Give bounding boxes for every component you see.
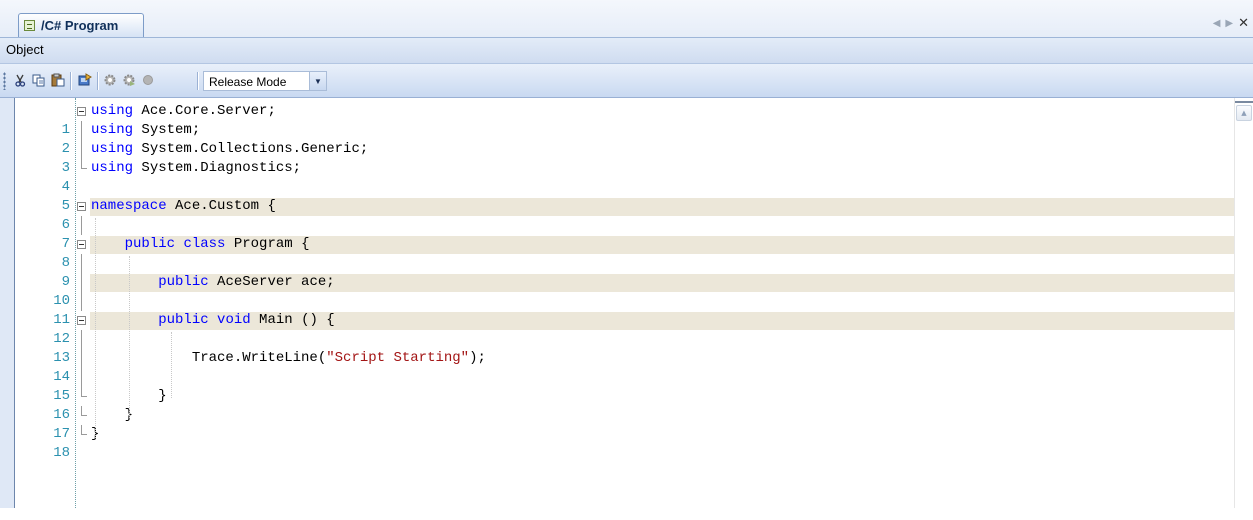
code-line[interactable]: 1 using Ace.Core.Server; [15,102,1234,138]
code-line[interactable]: 16 } [15,387,1234,423]
code-text: using System.Collections.Generic; [91,141,369,157]
code-text: public class Program { [124,236,310,252]
fold-line [81,349,82,368]
vertical-scrollbar[interactable]: ▲ [1234,98,1253,508]
scroll-right-icon[interactable]: ▶ [1225,18,1233,29]
code-line[interactable]: 14 Trace.WriteLine("Script Starting"); [15,349,1234,385]
toolbar-grip[interactable] [3,72,6,90]
menu-item-object[interactable]: Object [6,42,44,57]
fold-line [81,140,82,159]
code-line[interactable]: 10 public AceServer ace; [15,273,1234,309]
fold-collapse-icon[interactable] [77,316,86,325]
fold-end [81,387,87,397]
copy-icon[interactable] [32,73,46,87]
chevron-down-icon[interactable]: ▼ [309,72,326,90]
fold-collapse-icon[interactable] [77,240,86,249]
settings-run-icon[interactable] [122,73,136,87]
code-text: public AceServer ace; [158,274,335,290]
code-line[interactable]: 6 namespace Ace.Custom { [15,197,1234,233]
document-tab-strip: /C# Program ◀ ▶ ✕ [0,0,1253,38]
toolbar: Release Mode ▼ [0,64,1253,98]
tab-controls: ◀ ▶ ✕ [1213,16,1249,31]
fold-line [81,254,82,273]
fold-line [81,368,82,387]
code-line[interactable]: 8 public class Program { [15,235,1234,271]
fold-line [81,121,82,140]
deploy-icon[interactable] [78,73,92,87]
fold-end [81,406,87,416]
line-number: 18 [53,445,70,461]
indent-guide [95,218,96,438]
code-line[interactable]: 9 [15,254,1234,290]
code-line[interactable]: 18 } [15,425,1234,461]
build-mode-value: Release Mode [209,75,287,89]
code-text: } [91,407,134,423]
paste-icon[interactable] [51,73,65,87]
code-line[interactable]: 2 using System; [15,121,1234,157]
toolbar-separator [70,72,71,90]
close-icon[interactable]: ✕ [1238,16,1249,31]
indent-guide [171,332,172,398]
tab-csharp-program[interactable]: /C# Program [18,13,144,37]
fold-end [81,159,87,169]
code-line[interactable]: 4 using System.Diagnostics; [15,159,1234,195]
code-line[interactable]: 12 public void Main () { [15,311,1234,347]
fold-line [81,216,82,235]
code-text: public void Main () { [158,312,335,328]
code-text: using System.Diagnostics; [91,160,302,176]
menu-bar: Object [0,38,1253,64]
cut-icon[interactable] [13,73,27,87]
stop-icon[interactable] [141,73,155,87]
code-text: Trace.WriteLine("Script Starting"); [91,350,486,366]
toolbar-separator [197,72,198,90]
csharp-file-icon [24,20,35,31]
code-editor[interactable]: 1 using Ace.Core.Server; 2 using System;… [14,98,1253,508]
scroll-up-icon[interactable]: ▲ [1236,105,1252,121]
tab-title: /C# Program [41,18,119,33]
code-line[interactable]: 5 [15,178,1234,214]
editor-left-margin [0,98,14,508]
scrollbar-top-edge [1235,101,1253,103]
settings-icon[interactable] [103,73,117,87]
code-line[interactable]: 3 using System.Collections.Generic; [15,140,1234,176]
fold-collapse-icon[interactable] [77,107,86,116]
fold-end [81,425,87,435]
code-line[interactable]: 7 [15,216,1234,252]
indent-guide [129,256,130,418]
fold-line [81,273,82,292]
fold-line [81,292,82,311]
code-line[interactable]: 15 [15,368,1234,404]
fold-line [81,330,82,349]
scroll-left-icon[interactable]: ◀ [1213,18,1221,29]
build-mode-select[interactable]: Release Mode ▼ [203,71,327,91]
code-text: namespace Ace.Custom { [91,198,276,214]
code-line[interactable]: 17 } [15,406,1234,442]
code-text: using Ace.Core.Server; [91,103,276,119]
code-editor-window: /C# Program ◀ ▶ ✕ Object Release Mode ▼ … [0,0,1253,508]
toolbar-separator [97,72,98,90]
code-text: using System; [91,122,201,138]
code-line[interactable]: 11 [15,292,1234,328]
fold-collapse-icon[interactable] [77,202,86,211]
code-line[interactable]: 13 [15,330,1234,366]
